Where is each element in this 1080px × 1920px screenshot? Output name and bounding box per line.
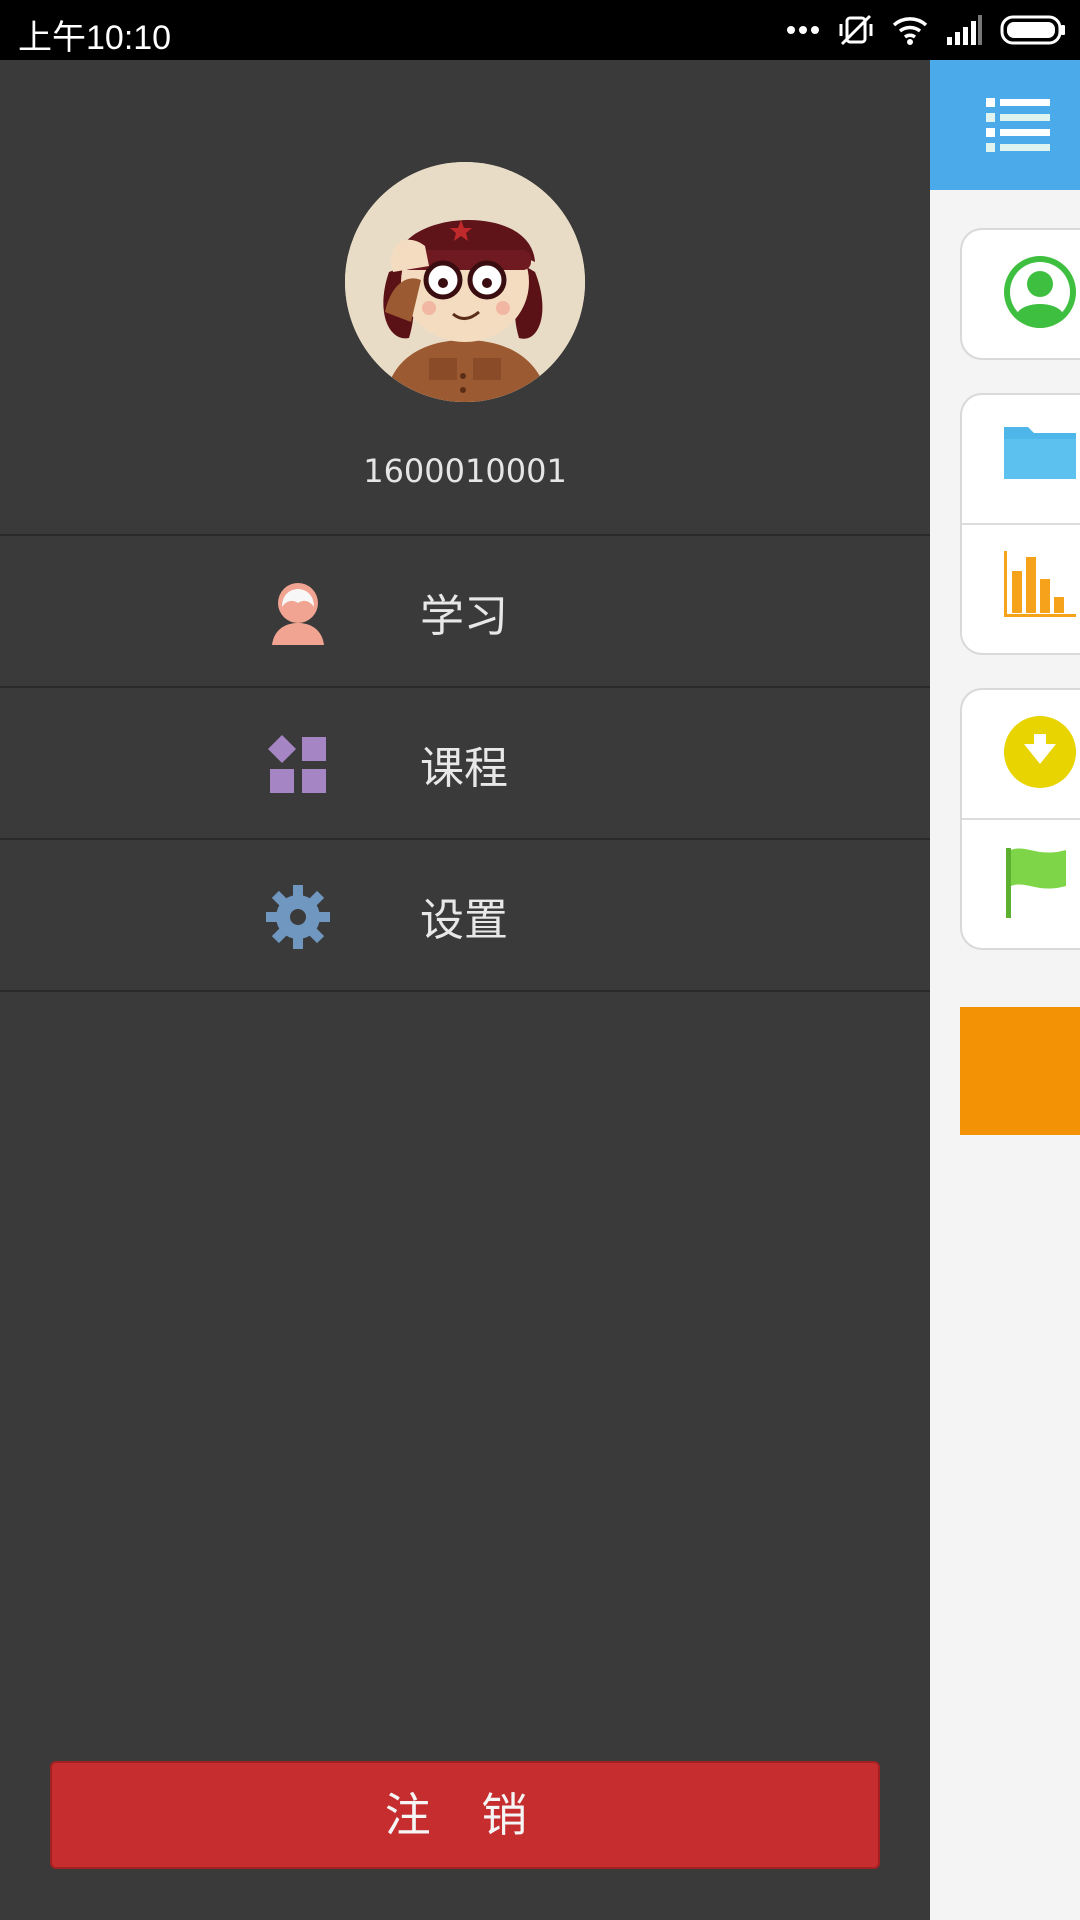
card-files[interactable] xyxy=(960,393,1080,655)
card-actions[interactable] xyxy=(960,688,1080,950)
menu-item-settings[interactable]: 设置 xyxy=(0,840,930,990)
menu-label-settings: 设置 xyxy=(420,895,508,946)
wifi-icon xyxy=(892,17,928,45)
card-row-chart[interactable] xyxy=(962,523,1080,653)
vibrate-off-icon xyxy=(839,14,873,46)
avatar-cartoon-soldier-icon xyxy=(345,162,585,402)
bar-chart-icon xyxy=(1004,551,1076,617)
student-icon xyxy=(272,583,324,645)
logout-button[interactable]: 注 销 xyxy=(50,1761,880,1869)
menu-item-courses[interactable]: 课程 xyxy=(0,688,930,838)
download-icon xyxy=(1004,716,1076,788)
main-header xyxy=(930,60,1080,190)
menu-label-courses: 课程 xyxy=(420,743,508,794)
course-grid-icon xyxy=(268,735,326,793)
signal-icon xyxy=(947,15,982,45)
list-menu-icon[interactable] xyxy=(986,96,1050,152)
card-row-profile[interactable] xyxy=(962,230,1080,358)
menu-item-study[interactable]: 学习 xyxy=(0,536,930,686)
menu-label-study: 学习 xyxy=(420,591,508,642)
navigation-drawer: 1600010001 学习 课程 设置 注 销 xyxy=(0,60,930,1920)
main-content xyxy=(930,60,1080,1920)
battery-icon xyxy=(1000,15,1065,45)
status-icons xyxy=(786,10,1066,50)
status-time: 上午10:10 xyxy=(18,19,172,57)
username-label: 1600010001 xyxy=(363,452,567,490)
more-dots-icon xyxy=(787,26,819,34)
card-row-folder[interactable] xyxy=(962,395,1080,523)
card-row-flag[interactable] xyxy=(962,818,1080,948)
flag-icon xyxy=(1006,848,1066,918)
card-profile[interactable] xyxy=(960,228,1080,360)
card-row-download[interactable] xyxy=(962,690,1080,818)
avatar[interactable] xyxy=(345,162,585,402)
menu-divider xyxy=(0,990,930,992)
folder-icon xyxy=(1004,427,1076,479)
gear-icon xyxy=(266,885,330,949)
profile-icon xyxy=(1004,256,1076,328)
orange-tile[interactable] xyxy=(960,1007,1080,1135)
status-bar: 上午10:10 xyxy=(0,0,1080,60)
